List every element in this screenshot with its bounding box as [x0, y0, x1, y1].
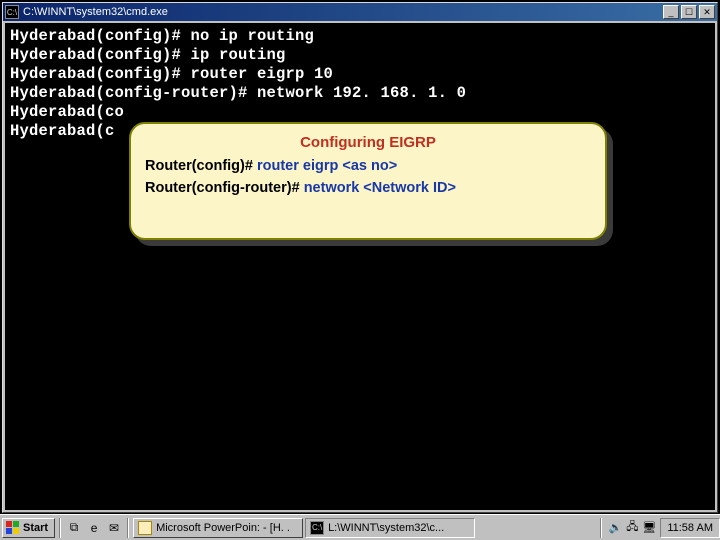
- taskbar: Start ⧉e✉ Microsoft PowerPoin: - [H. . C:…: [0, 514, 720, 540]
- callout-tooltip: Configuring EIGRP Router(config)# router…: [129, 122, 607, 240]
- show-desktop-icon[interactable]: ⧉: [65, 519, 83, 537]
- cmd-sys-icon[interactable]: C:\: [5, 5, 19, 19]
- minimize-button[interactable]: _: [663, 5, 679, 19]
- quick-launch: ⧉e✉: [63, 519, 125, 537]
- task-label: L:\WINNT\system32\c...: [328, 522, 444, 534]
- windows-logo-icon: [6, 521, 20, 535]
- network-icon[interactable]: 🖧: [625, 521, 639, 535]
- taskbar-task[interactable]: Microsoft PowerPoin: - [H. .: [133, 518, 303, 538]
- maximize-button[interactable]: ☐: [681, 5, 697, 19]
- pc-icon[interactable]: 🖥: [642, 521, 656, 535]
- taskbar-clock: 11:58 AM: [660, 518, 720, 538]
- close-button[interactable]: ✕: [699, 5, 715, 19]
- start-label: Start: [23, 522, 48, 534]
- titlebar[interactable]: C:\ C:\WINNT\system32\cmd.exe _ ☐ ✕: [3, 3, 717, 21]
- window-title: C:\WINNT\system32\cmd.exe: [23, 6, 663, 18]
- outlook-icon[interactable]: ✉: [105, 519, 123, 537]
- callout-line-2: Router(config-router)# network <Network …: [145, 177, 591, 199]
- volume-icon[interactable]: 🔊: [608, 521, 622, 535]
- task-label: Microsoft PowerPoin: - [H. .: [156, 522, 290, 534]
- start-button[interactable]: Start: [2, 518, 55, 538]
- taskbar-task[interactable]: C:\ L:\WINNT\system32\c...: [305, 518, 475, 538]
- powerpoint-icon: [138, 521, 152, 535]
- task-buttons: Microsoft PowerPoin: - [H. . C:\ L:\WINNT\…: [133, 518, 598, 538]
- system-tray: 🔊🖧🖥: [604, 521, 660, 535]
- cmd-icon: C:\: [310, 521, 324, 535]
- cmd-window: C:\ C:\WINNT\system32\cmd.exe _ ☐ ✕ Hyde…: [2, 2, 718, 513]
- callout-title: Configuring EIGRP: [145, 134, 591, 151]
- ie-icon[interactable]: e: [85, 519, 103, 537]
- callout-line-1: Router(config)# router eigrp <as no>: [145, 155, 591, 177]
- terminal-area[interactable]: Hyderabad(config)# no ip routing Hyderab…: [5, 23, 715, 510]
